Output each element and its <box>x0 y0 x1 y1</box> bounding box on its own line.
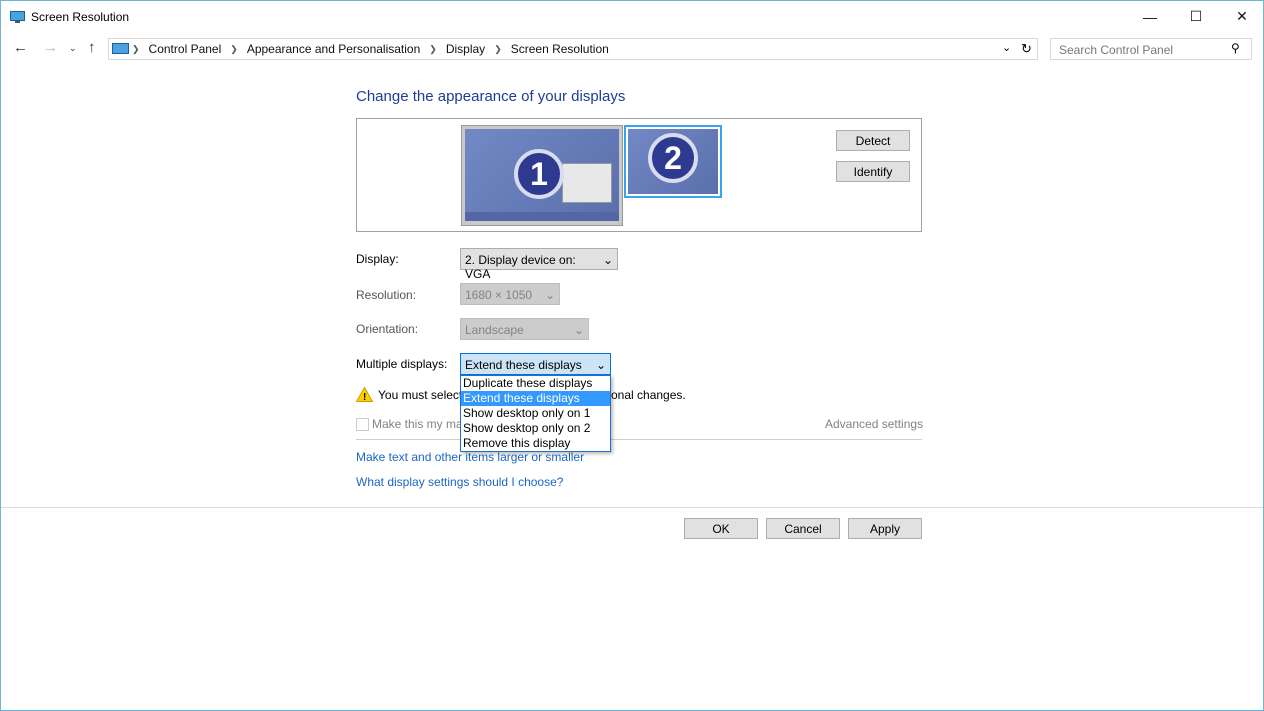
crumb-control-panel[interactable]: Control Panel <box>149 42 222 56</box>
crumb-display[interactable]: Display <box>446 42 485 56</box>
option-show-only-1[interactable]: Show desktop only on 1 <box>461 406 610 421</box>
chevron-down-icon: ⌄ <box>573 323 584 337</box>
multiple-displays-select[interactable]: Extend these displays ⌄ <box>460 353 611 375</box>
maximize-button[interactable]: ☐ <box>1173 1 1219 32</box>
address-dropdown-icon[interactable]: ⌄ <box>1002 41 1011 54</box>
crumb-separator: ❯ <box>230 43 238 54</box>
warning-text-start: You must select <box>378 388 463 402</box>
page-title: Change the appearance of your displays <box>356 88 626 105</box>
monitor-2-number: 2 <box>648 133 698 183</box>
window-thumbnail <box>562 163 612 203</box>
detect-button[interactable]: Detect <box>836 130 910 151</box>
option-show-only-2[interactable]: Show desktop only on 2 <box>461 421 610 436</box>
crumb-separator: ❯ <box>132 43 140 54</box>
refresh-icon[interactable]: ↻ <box>1021 41 1032 57</box>
monitor-icon <box>10 11 25 23</box>
svg-text:!: ! <box>363 392 366 402</box>
search-icon[interactable]: ⚲ <box>1231 41 1240 55</box>
display-settings-help-link[interactable]: What display settings should I choose? <box>356 475 563 489</box>
orientation-value: Landscape <box>465 323 524 337</box>
control-panel-icon <box>112 42 129 54</box>
resolution-value: 1680 × 1050 <box>465 288 533 302</box>
search-input[interactable]: Search Control Panel <box>1050 38 1252 60</box>
advanced-settings-link[interactable]: Advanced settings <box>825 417 923 431</box>
forward-icon[interactable]: → <box>43 39 58 56</box>
address-bar[interactable]: ❯ Control Panel ❯ Appearance and Persona… <box>108 38 1038 60</box>
window: Screen Resolution — ☐ ✕ ← → ⌄ ↑ ❯ Contro… <box>0 0 1264 711</box>
option-extend[interactable]: Extend these displays <box>461 391 610 406</box>
close-button[interactable]: ✕ <box>1219 1 1264 32</box>
crumb-separator: ❯ <box>494 43 502 54</box>
window-title: Screen Resolution <box>31 10 130 24</box>
crumb-screen-resolution[interactable]: Screen Resolution <box>511 42 609 56</box>
back-icon[interactable]: ← <box>13 39 28 56</box>
multiple-displays-label: Multiple displays: <box>356 357 448 371</box>
display-select[interactable]: 2. Display device on: VGA ⌄ <box>460 248 618 281</box>
up-icon[interactable]: ↑ <box>88 39 96 56</box>
display-label: Display: <box>356 252 399 266</box>
chevron-down-icon: ⌄ <box>595 358 606 372</box>
ok-button[interactable]: OK <box>684 518 758 539</box>
option-remove[interactable]: Remove this display <box>461 436 610 451</box>
orientation-label: Orientation: <box>356 322 419 336</box>
divider <box>356 439 922 440</box>
resolution-label: Resolution: <box>356 288 417 302</box>
display-value: 2. Display device on: VGA <box>465 253 576 281</box>
warning-text-end: onal changes. <box>611 388 686 402</box>
monitor-1-number: 1 <box>514 149 564 199</box>
multiple-displays-menu: Duplicate these displays Extend these di… <box>460 375 611 452</box>
chevron-down-icon: ⌄ <box>602 253 613 267</box>
orientation-select: Landscape ⌄ <box>460 318 589 340</box>
identify-button[interactable]: Identify <box>836 161 910 182</box>
apply-button[interactable]: Apply <box>848 518 922 539</box>
main-display-checkbox <box>356 418 369 431</box>
crumb-separator: ❯ <box>429 43 437 54</box>
main-display-label: Make this my ma <box>372 417 463 431</box>
multiple-displays-value: Extend these displays <box>465 358 582 372</box>
warning-icon: ! <box>356 387 373 402</box>
option-duplicate[interactable]: Duplicate these displays <box>461 376 610 391</box>
text-size-link[interactable]: Make text and other items larger or smal… <box>356 450 584 464</box>
crumb-appearance[interactable]: Appearance and Personalisation <box>247 42 420 56</box>
resolution-select: 1680 × 1050 ⌄ <box>460 283 560 305</box>
chevron-down-icon: ⌄ <box>544 288 555 302</box>
minimize-button[interactable]: — <box>1127 1 1173 32</box>
recent-chevron-icon[interactable]: ⌄ <box>69 43 77 54</box>
cancel-button[interactable]: Cancel <box>766 518 840 539</box>
footer-divider <box>1 507 1263 508</box>
monitor-2[interactable]: 2 <box>624 125 722 198</box>
monitor-1[interactable]: 1 <box>461 125 623 226</box>
